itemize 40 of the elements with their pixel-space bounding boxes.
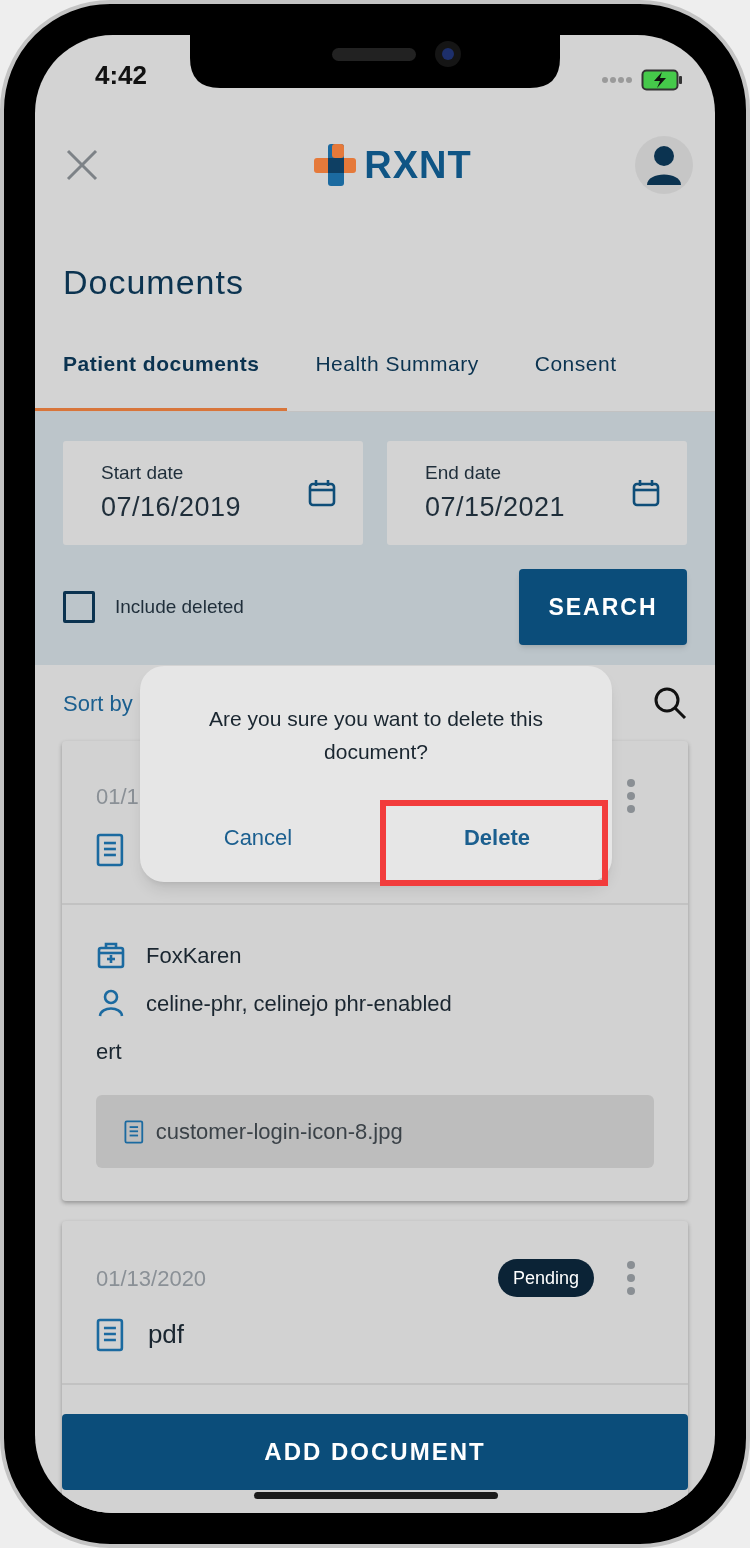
page-title: Documents xyxy=(63,262,245,303)
close-icon[interactable] xyxy=(65,148,99,182)
tab[interactable]: Consent xyxy=(506,325,645,411)
document-title: pdf xyxy=(147,1318,185,1351)
signal-icon xyxy=(601,76,633,84)
checkbox-label: Include deleted xyxy=(115,594,244,619)
battery-charging-icon xyxy=(641,69,683,91)
dialog-button[interactable]: Cancel xyxy=(140,810,376,864)
date-field[interactable]: End date 07/15/2021 xyxy=(387,441,687,545)
logo-text: RXNT xyxy=(364,142,472,188)
person-icon xyxy=(96,988,126,1018)
document-icon xyxy=(124,1119,144,1144)
calendar-icon[interactable] xyxy=(631,478,661,508)
field-value: 07/15/2021 xyxy=(425,491,566,524)
detail-text: FoxKaren xyxy=(146,941,242,970)
add-document-button[interactable]: ADD DOCUMENT xyxy=(62,1414,688,1490)
search-button[interactable]: SEARCH xyxy=(519,569,687,645)
checkbox[interactable] xyxy=(63,591,95,623)
document-date: 01/1 xyxy=(96,782,139,811)
detail-text: celine-phr, celinejo phr-enabled xyxy=(146,989,452,1018)
clock-time: 4:42 xyxy=(95,59,148,92)
tab[interactable]: Health Summary xyxy=(287,325,507,411)
date-field[interactable]: Start date 07/16/2019 xyxy=(63,441,363,545)
attachment-chip[interactable]: customer-login-icon-8.jpg xyxy=(96,1095,654,1168)
document-date: 01/13/2020 xyxy=(96,1264,207,1293)
sort-label[interactable]: Sort by xyxy=(63,686,133,720)
calendar-icon[interactable] xyxy=(307,478,337,508)
attachment-name: customer-login-icon-8.jpg xyxy=(155,1118,403,1146)
document-icon xyxy=(96,1317,124,1352)
logo-cross-icon xyxy=(312,142,359,188)
field-label: Start date xyxy=(101,460,185,485)
status-badge: Pending xyxy=(497,1259,594,1297)
dialog-button[interactable]: Delete xyxy=(394,810,600,864)
medical-bag-icon xyxy=(96,940,126,970)
detail-text: ert xyxy=(96,1037,122,1066)
person-silhouette-icon xyxy=(646,145,682,185)
field-label: End date xyxy=(425,460,503,485)
search-icon[interactable] xyxy=(653,686,687,720)
field-value: 07/16/2019 xyxy=(101,491,242,524)
document-icon xyxy=(96,833,124,867)
